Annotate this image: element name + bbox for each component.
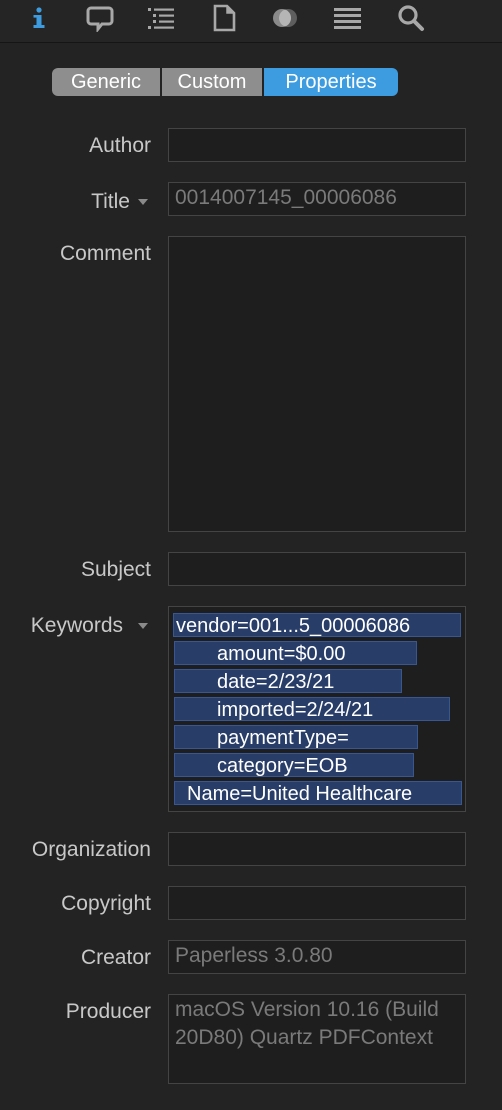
tab-bar: Generic Custom Properties — [52, 68, 398, 96]
tab-properties[interactable]: Properties — [264, 68, 398, 96]
keyword-token[interactable]: paymentType= — [174, 725, 418, 749]
keyword-token[interactable]: date=2/23/21 — [174, 669, 402, 693]
creator-label: Creator — [80, 946, 151, 969]
circles-icon[interactable] — [271, 4, 299, 32]
author-label: Author — [89, 134, 151, 157]
title-label: Title — [91, 190, 130, 213]
comment-field[interactable] — [168, 236, 466, 532]
producer-field[interactable]: macOS Version 10.16 (Build 20D80) Quartz… — [168, 994, 466, 1084]
info-icon[interactable] — [25, 4, 53, 32]
tab-generic[interactable]: Generic — [52, 68, 160, 96]
inspector-toolbar — [0, 0, 502, 43]
keyword-token[interactable]: imported=2/24/21 — [174, 697, 450, 721]
copyright-field[interactable] — [168, 886, 466, 920]
outline-icon[interactable] — [147, 4, 175, 32]
title-field[interactable]: 0014007145_00006086 — [168, 182, 466, 216]
keyword-token[interactable]: amount=$0.00 — [174, 641, 417, 665]
producer-label: Producer — [65, 1000, 151, 1023]
author-field[interactable] — [168, 128, 466, 162]
inspector-panel: Generic Custom Properties Author Title 0… — [0, 0, 502, 1110]
search-icon[interactable] — [397, 4, 425, 32]
organization-label: Organization — [31, 838, 151, 861]
tab-custom[interactable]: Custom — [162, 68, 262, 96]
keyword-token[interactable]: Name=United Healthcare — [174, 781, 462, 805]
subject-label: Subject — [80, 558, 151, 581]
subject-field[interactable] — [168, 552, 466, 586]
title-dropdown-icon[interactable] — [138, 199, 148, 205]
organization-field[interactable] — [168, 832, 466, 866]
list-icon[interactable] — [333, 4, 361, 32]
keywords-dropdown-icon[interactable] — [138, 623, 148, 629]
keywords-token-field[interactable]: vendor=001...5_00006086 amount=$0.00 dat… — [168, 606, 466, 812]
keywords-label: Keywords — [30, 614, 123, 637]
copyright-label: Copyright — [61, 892, 151, 915]
annotation-icon[interactable] — [86, 4, 114, 32]
keyword-token[interactable]: category=EOB — [174, 753, 414, 777]
page-icon[interactable] — [210, 4, 238, 32]
keyword-token[interactable]: vendor=001...5_00006086 — [173, 613, 461, 637]
creator-field[interactable]: Paperless 3.0.80 — [168, 940, 466, 974]
comment-label: Comment — [59, 242, 151, 265]
